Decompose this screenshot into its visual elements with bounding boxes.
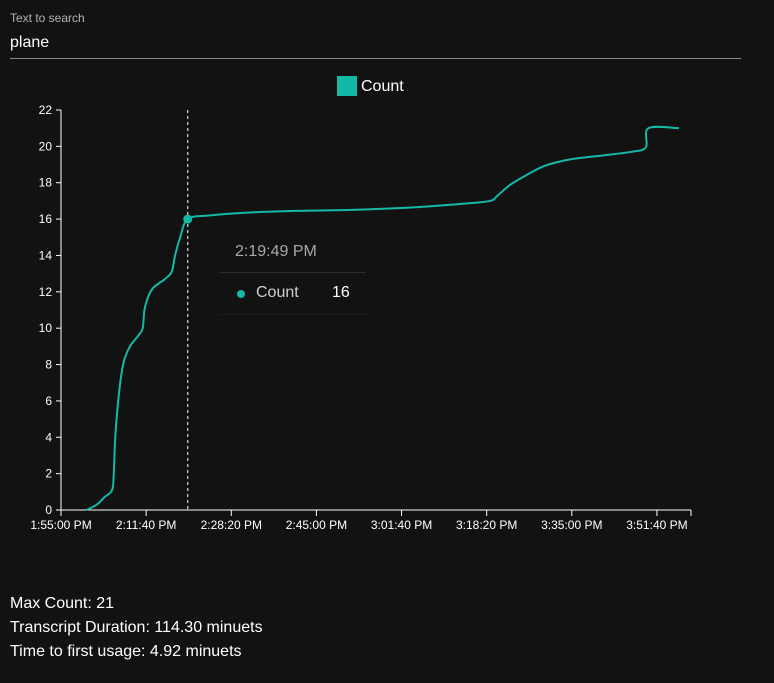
search-label: Text to search xyxy=(10,11,85,25)
legend-label: Count xyxy=(361,78,404,95)
tooltip-series-dot-icon xyxy=(237,290,245,298)
y-tick-label: 8 xyxy=(45,358,52,372)
x-tick-label: 3:35:00 PM xyxy=(541,518,602,532)
x-tick-label: 3:01:40 PM xyxy=(371,518,432,532)
search-input[interactable] xyxy=(10,26,741,59)
max-count-text: Max Count: 21 xyxy=(10,595,115,612)
y-tick-label: 18 xyxy=(39,176,53,190)
legend-swatch xyxy=(337,76,357,96)
tooltip-series-name: Count xyxy=(256,284,299,301)
x-tick-label: 2:11:40 PM xyxy=(116,518,176,532)
tooltip-divider xyxy=(219,272,366,273)
tooltip-time: 2:19:49 PM xyxy=(235,243,317,260)
x-tick-label: 2:45:00 PM xyxy=(286,518,347,532)
y-tick-label: 2 xyxy=(45,467,52,481)
tooltip-value: 16 xyxy=(332,284,350,301)
chart-legend[interactable]: Count xyxy=(337,76,404,96)
y-tick-label: 0 xyxy=(45,503,52,517)
y-tick-label: 22 xyxy=(39,103,53,117)
y-tick-label: 12 xyxy=(39,285,53,299)
count-chart: Count 0 2 4 6 8 10 12 14 16 18 20 22 1:55:00 PM 2:11:… xyxy=(30,76,692,532)
chart-tooltip: 2:19:49 PM Count 16 xyxy=(219,232,366,315)
y-tick-label: 14 xyxy=(39,248,53,262)
transcript-duration-text: Transcript Duration: 114.30 minuets xyxy=(10,619,263,636)
x-tick-label: 3:51:40 PM xyxy=(626,518,687,532)
x-tick-label: 3:18:20 PM xyxy=(456,518,517,532)
active-point[interactable] xyxy=(183,214,193,224)
first-usage-text: Time to first usage: 4.92 minuets xyxy=(10,643,242,660)
x-tick-label: 2:28:20 PM xyxy=(201,518,262,532)
search-field: Text to search xyxy=(10,10,741,59)
series-line-count xyxy=(86,125,680,511)
chart-axes: 0 2 4 6 8 10 12 14 16 18 20 22 1:55:00 PM 2:11:40 PM 2… xyxy=(30,103,692,532)
y-tick-label: 6 xyxy=(45,394,52,408)
y-tick-label: 16 xyxy=(39,212,53,226)
y-tick-label: 20 xyxy=(39,139,53,153)
x-tick-label: 1:55:00 PM xyxy=(30,518,91,532)
stats-panel: Max Count: 21 Transcript Duration: 114.3… xyxy=(10,592,263,664)
y-tick-label: 4 xyxy=(45,430,52,444)
y-tick-label: 10 xyxy=(39,321,53,335)
